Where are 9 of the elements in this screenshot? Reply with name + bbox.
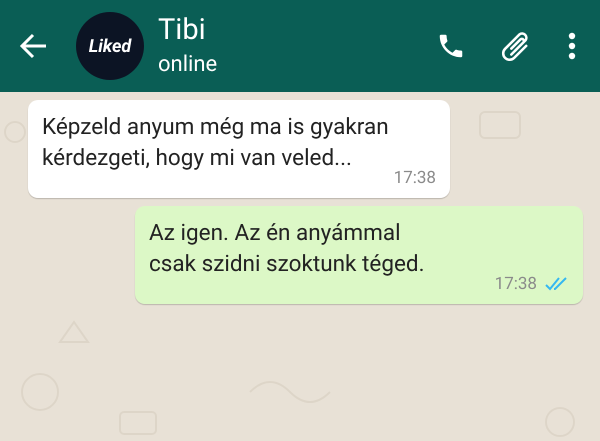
avatar[interactable]: Liked (76, 12, 144, 80)
message-text: Képzeld anyum még ma is gyakran kérdezgeti, hogy mi van veled... (42, 113, 390, 173)
contact-status: online (158, 51, 218, 79)
message-time: 17:38 (494, 274, 537, 294)
message-time: 17:38 (394, 168, 436, 188)
more-options-icon[interactable] (568, 32, 576, 60)
contact-name: Tibi (158, 12, 207, 48)
back-icon[interactable] (18, 31, 48, 61)
message-text: Az igen. Az én anyámmal csak szidni szoktunk téged. (149, 219, 426, 279)
